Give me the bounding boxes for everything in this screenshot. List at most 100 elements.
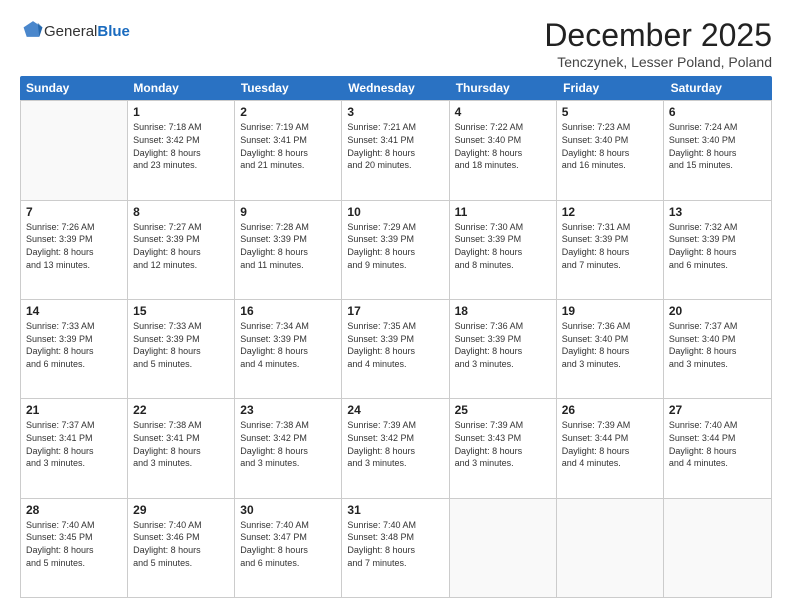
- day-number: 6: [669, 104, 766, 120]
- cell-info: Sunrise: 7:40 AM Sunset: 3:45 PM Dayligh…: [26, 519, 122, 569]
- day-cell-29: 29Sunrise: 7:40 AM Sunset: 3:46 PM Dayli…: [128, 499, 235, 597]
- cell-info: Sunrise: 7:33 AM Sunset: 3:39 PM Dayligh…: [26, 320, 122, 370]
- day-cell-9: 9Sunrise: 7:28 AM Sunset: 3:39 PM Daylig…: [235, 201, 342, 299]
- cell-info: Sunrise: 7:37 AM Sunset: 3:41 PM Dayligh…: [26, 419, 122, 469]
- day-header-wednesday: Wednesday: [342, 76, 449, 100]
- day-cell-28: 28Sunrise: 7:40 AM Sunset: 3:45 PM Dayli…: [21, 499, 128, 597]
- cell-info: Sunrise: 7:26 AM Sunset: 3:39 PM Dayligh…: [26, 221, 122, 271]
- day-cell-1: 1Sunrise: 7:18 AM Sunset: 3:42 PM Daylig…: [128, 101, 235, 199]
- day-cell-12: 12Sunrise: 7:31 AM Sunset: 3:39 PM Dayli…: [557, 201, 664, 299]
- day-number: 20: [669, 303, 766, 319]
- week-row-4: 21Sunrise: 7:37 AM Sunset: 3:41 PM Dayli…: [21, 398, 771, 497]
- cell-info: Sunrise: 7:40 AM Sunset: 3:48 PM Dayligh…: [347, 519, 443, 569]
- logo-text: GeneralBlue: [44, 23, 130, 41]
- title-block: December 2025 Tenczynek, Lesser Poland, …: [544, 18, 772, 70]
- cell-info: Sunrise: 7:19 AM Sunset: 3:41 PM Dayligh…: [240, 121, 336, 171]
- day-cell-13: 13Sunrise: 7:32 AM Sunset: 3:39 PM Dayli…: [664, 201, 771, 299]
- cell-info: Sunrise: 7:38 AM Sunset: 3:42 PM Dayligh…: [240, 419, 336, 469]
- cell-info: Sunrise: 7:32 AM Sunset: 3:39 PM Dayligh…: [669, 221, 766, 271]
- day-cell-8: 8Sunrise: 7:27 AM Sunset: 3:39 PM Daylig…: [128, 201, 235, 299]
- day-number: 31: [347, 502, 443, 518]
- day-number: 11: [455, 204, 551, 220]
- cell-info: Sunrise: 7:22 AM Sunset: 3:40 PM Dayligh…: [455, 121, 551, 171]
- week-row-5: 28Sunrise: 7:40 AM Sunset: 3:45 PM Dayli…: [21, 498, 771, 597]
- day-number: 30: [240, 502, 336, 518]
- day-number: 2: [240, 104, 336, 120]
- day-cell-3: 3Sunrise: 7:21 AM Sunset: 3:41 PM Daylig…: [342, 101, 449, 199]
- day-cell-21: 21Sunrise: 7:37 AM Sunset: 3:41 PM Dayli…: [21, 399, 128, 497]
- day-cell-10: 10Sunrise: 7:29 AM Sunset: 3:39 PM Dayli…: [342, 201, 449, 299]
- day-header-monday: Monday: [127, 76, 234, 100]
- day-cell-24: 24Sunrise: 7:39 AM Sunset: 3:42 PM Dayli…: [342, 399, 449, 497]
- cell-info: Sunrise: 7:37 AM Sunset: 3:40 PM Dayligh…: [669, 320, 766, 370]
- day-number: 21: [26, 402, 122, 418]
- cell-info: Sunrise: 7:40 AM Sunset: 3:47 PM Dayligh…: [240, 519, 336, 569]
- day-number: 17: [347, 303, 443, 319]
- empty-cell: [21, 101, 128, 199]
- cell-info: Sunrise: 7:33 AM Sunset: 3:39 PM Dayligh…: [133, 320, 229, 370]
- day-cell-4: 4Sunrise: 7:22 AM Sunset: 3:40 PM Daylig…: [450, 101, 557, 199]
- week-row-1: 1Sunrise: 7:18 AM Sunset: 3:42 PM Daylig…: [21, 100, 771, 199]
- calendar-header: SundayMondayTuesdayWednesdayThursdayFrid…: [20, 76, 772, 100]
- cell-info: Sunrise: 7:23 AM Sunset: 3:40 PM Dayligh…: [562, 121, 658, 171]
- cell-info: Sunrise: 7:24 AM Sunset: 3:40 PM Dayligh…: [669, 121, 766, 171]
- day-number: 13: [669, 204, 766, 220]
- cell-info: Sunrise: 7:34 AM Sunset: 3:39 PM Dayligh…: [240, 320, 336, 370]
- day-number: 5: [562, 104, 658, 120]
- month-title: December 2025: [544, 18, 772, 53]
- day-number: 24: [347, 402, 443, 418]
- day-cell-31: 31Sunrise: 7:40 AM Sunset: 3:48 PM Dayli…: [342, 499, 449, 597]
- day-cell-17: 17Sunrise: 7:35 AM Sunset: 3:39 PM Dayli…: [342, 300, 449, 398]
- day-number: 14: [26, 303, 122, 319]
- cell-info: Sunrise: 7:36 AM Sunset: 3:40 PM Dayligh…: [562, 320, 658, 370]
- day-number: 26: [562, 402, 658, 418]
- day-cell-16: 16Sunrise: 7:34 AM Sunset: 3:39 PM Dayli…: [235, 300, 342, 398]
- logo: GeneralBlue: [20, 18, 130, 45]
- day-cell-5: 5Sunrise: 7:23 AM Sunset: 3:40 PM Daylig…: [557, 101, 664, 199]
- day-number: 18: [455, 303, 551, 319]
- empty-cell: [664, 499, 771, 597]
- day-number: 22: [133, 402, 229, 418]
- cell-info: Sunrise: 7:39 AM Sunset: 3:43 PM Dayligh…: [455, 419, 551, 469]
- day-header-saturday: Saturday: [665, 76, 772, 100]
- day-cell-23: 23Sunrise: 7:38 AM Sunset: 3:42 PM Dayli…: [235, 399, 342, 497]
- calendar: SundayMondayTuesdayWednesdayThursdayFrid…: [20, 76, 772, 598]
- empty-cell: [557, 499, 664, 597]
- logo-blue: Blue: [97, 23, 130, 40]
- cell-info: Sunrise: 7:28 AM Sunset: 3:39 PM Dayligh…: [240, 221, 336, 271]
- day-cell-7: 7Sunrise: 7:26 AM Sunset: 3:39 PM Daylig…: [21, 201, 128, 299]
- cell-info: Sunrise: 7:29 AM Sunset: 3:39 PM Dayligh…: [347, 221, 443, 271]
- page: GeneralBlue December 2025 Tenczynek, Les…: [0, 0, 792, 612]
- cell-info: Sunrise: 7:18 AM Sunset: 3:42 PM Dayligh…: [133, 121, 229, 171]
- day-number: 25: [455, 402, 551, 418]
- cell-info: Sunrise: 7:21 AM Sunset: 3:41 PM Dayligh…: [347, 121, 443, 171]
- day-number: 1: [133, 104, 229, 120]
- cell-info: Sunrise: 7:40 AM Sunset: 3:44 PM Dayligh…: [669, 419, 766, 469]
- day-number: 7: [26, 204, 122, 220]
- day-header-sunday: Sunday: [20, 76, 127, 100]
- day-cell-26: 26Sunrise: 7:39 AM Sunset: 3:44 PM Dayli…: [557, 399, 664, 497]
- day-number: 12: [562, 204, 658, 220]
- day-cell-22: 22Sunrise: 7:38 AM Sunset: 3:41 PM Dayli…: [128, 399, 235, 497]
- cell-info: Sunrise: 7:39 AM Sunset: 3:44 PM Dayligh…: [562, 419, 658, 469]
- logo-general: General: [44, 23, 97, 40]
- day-number: 29: [133, 502, 229, 518]
- cell-info: Sunrise: 7:27 AM Sunset: 3:39 PM Dayligh…: [133, 221, 229, 271]
- day-number: 27: [669, 402, 766, 418]
- calendar-body: 1Sunrise: 7:18 AM Sunset: 3:42 PM Daylig…: [20, 100, 772, 598]
- day-number: 9: [240, 204, 336, 220]
- day-cell-20: 20Sunrise: 7:37 AM Sunset: 3:40 PM Dayli…: [664, 300, 771, 398]
- logo-icon: [22, 18, 44, 40]
- day-number: 8: [133, 204, 229, 220]
- day-number: 16: [240, 303, 336, 319]
- day-number: 10: [347, 204, 443, 220]
- cell-info: Sunrise: 7:30 AM Sunset: 3:39 PM Dayligh…: [455, 221, 551, 271]
- day-number: 23: [240, 402, 336, 418]
- day-header-thursday: Thursday: [450, 76, 557, 100]
- cell-info: Sunrise: 7:36 AM Sunset: 3:39 PM Dayligh…: [455, 320, 551, 370]
- day-number: 28: [26, 502, 122, 518]
- cell-info: Sunrise: 7:31 AM Sunset: 3:39 PM Dayligh…: [562, 221, 658, 271]
- day-number: 19: [562, 303, 658, 319]
- day-header-tuesday: Tuesday: [235, 76, 342, 100]
- day-cell-19: 19Sunrise: 7:36 AM Sunset: 3:40 PM Dayli…: [557, 300, 664, 398]
